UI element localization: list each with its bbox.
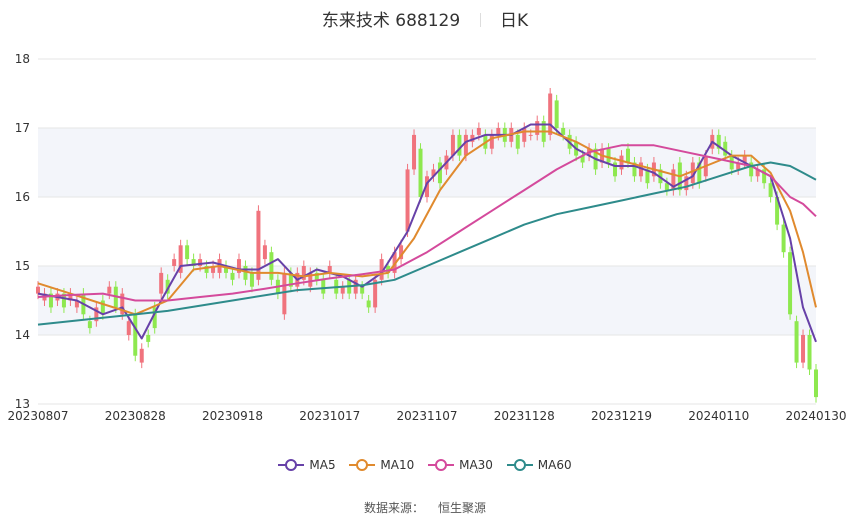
candle-body [249,272,254,287]
candle-body [412,134,417,170]
candle-body [366,300,371,308]
candle-body [418,148,423,197]
source-label: 数据来源： [363,501,424,515]
candle-body [159,272,164,294]
candle-body [625,148,630,163]
candle-body [554,100,559,128]
candle-body [450,134,455,156]
x-tick-label: 20230807 [7,409,68,423]
legend-ma30-icon [428,459,455,471]
candle-body [172,259,177,266]
legend-ma5-label: MA5 [309,458,336,472]
kline-chart: 13141516171820230807 20230828 20230918 2023… [7,52,846,423]
candle-body [243,266,248,280]
y-tick-label: 15 [15,259,30,273]
x-tick-label: 20240130 [785,409,846,423]
candle-body [463,134,468,156]
y-tick-label: 18 [15,52,30,66]
x-tick-label: 20230918 [202,409,263,423]
candle-body [489,134,494,149]
candle-body [496,128,501,135]
candle-body [528,134,533,136]
candle-body [139,348,144,363]
candle-body [262,245,267,260]
legend-ma5[interactable]: MA5 [278,458,336,472]
source-value: 恒生聚源 [438,501,487,515]
candle-body [457,134,462,156]
candle-body [185,245,190,260]
candle-body [36,286,40,294]
candle-body [321,279,326,294]
candle-body [535,121,540,135]
data-source: 数据来源： 恒生聚源 [0,499,850,516]
candle-body [405,169,410,232]
candle-body [548,93,553,135]
candle-body [619,155,624,170]
candle-body [814,369,818,398]
candle-body [768,183,773,197]
candle-body [788,252,793,315]
candle-body [282,272,287,315]
candle-body [87,321,92,329]
x-tick-label: 20240110 [688,409,749,423]
legend-ma10-icon [349,459,376,471]
legend-ma60[interactable]: MA60 [506,458,572,472]
x-tick-label: 20231219 [591,409,652,423]
candle-body [360,286,365,294]
candle-body [269,252,274,280]
y-tick-label: 17 [15,121,30,135]
candle-body [794,321,799,363]
x-tick-label: 20230828 [105,409,166,423]
x-tick-label: 20231107 [396,409,457,423]
y-tick-label: 16 [15,190,30,204]
candle-body [126,321,131,335]
candle-body [437,162,442,184]
legend-ma60-label: MA60 [537,458,572,472]
legend-ma5-icon [278,459,305,471]
candle-body [807,335,812,370]
candle-body [515,134,520,149]
legend-ma10-label: MA10 [380,458,415,472]
y-tick-label: 14 [15,328,30,342]
candle-body [107,286,112,294]
candle-body [522,128,527,142]
candle-body [476,128,481,135]
candle-body [801,335,806,363]
legend-ma10[interactable]: MA10 [349,458,414,472]
x-tick-label: 20231017 [299,409,360,423]
chart-legend: MA5 MA10 MA30 MA60 [0,458,850,474]
candle-body [561,128,566,135]
candle-body [723,141,728,156]
candle-body [606,148,611,163]
legend-ma60-icon [506,459,533,471]
candle-body [230,272,235,280]
candle-body [781,224,786,253]
x-tick-label: 20231128 [494,409,555,423]
legend-ma30[interactable]: MA30 [428,458,493,472]
candle-body [146,335,151,342]
legend-ma30-label: MA30 [459,458,493,472]
candle-body [133,314,138,356]
